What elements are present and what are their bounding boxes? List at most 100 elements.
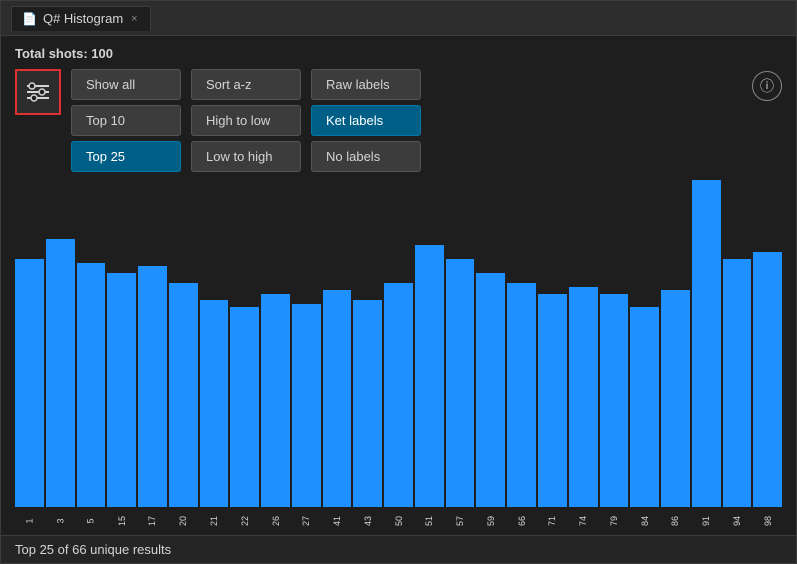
bar-wrapper	[138, 180, 167, 507]
histogram-bar	[600, 294, 629, 507]
histogram-bar	[169, 283, 198, 507]
bar-label: 59	[486, 516, 496, 526]
bar-label: 91	[701, 516, 711, 526]
bar-wrapper	[323, 180, 352, 507]
bar-wrapper	[46, 180, 75, 507]
bar-label-cell: 26	[261, 507, 290, 535]
histogram-bar	[46, 239, 75, 507]
histogram-bar	[353, 300, 382, 507]
bar-label: 15	[117, 516, 127, 526]
bar-label-cell: 59	[476, 507, 505, 535]
histogram-bar	[261, 294, 290, 507]
bar-wrapper	[353, 180, 382, 507]
bar-label-cell: 27	[292, 507, 321, 535]
histogram-bar	[138, 266, 167, 507]
bar-wrapper	[723, 180, 752, 507]
bar-label-cell: 57	[446, 507, 475, 535]
histogram-bar	[200, 300, 229, 507]
sort-sort-az-button[interactable]: Sort a-z	[191, 69, 301, 100]
bar-wrapper	[569, 180, 598, 507]
label-raw-labels-button[interactable]: Raw labels	[311, 69, 421, 100]
histogram-bar	[661, 290, 690, 507]
filter-icon-button[interactable]	[15, 69, 61, 115]
bar-label: 22	[240, 516, 250, 526]
bar-label-cell: 3	[46, 507, 75, 535]
label-ket-labels-button[interactable]: Ket labels	[311, 105, 421, 136]
controls-row: Show all Top 10 Top 25 Sort a-z High to low…	[15, 69, 782, 172]
histogram-bar	[77, 263, 106, 507]
main-content: Total shots: 100 Show all Top 10 Top 25 So…	[1, 36, 796, 535]
bar-wrapper	[630, 180, 659, 507]
filter-button-group: Show all Top 10 Top 25	[71, 69, 181, 172]
total-shots-label: Total shots: 100	[15, 46, 782, 61]
filter-top-25-button[interactable]: Top 25	[71, 141, 181, 172]
histogram-bar	[292, 304, 321, 507]
bar-wrapper	[200, 180, 229, 507]
tab-close-button[interactable]: ×	[129, 11, 139, 27]
bar-label: 79	[609, 516, 619, 526]
bar-wrapper	[261, 180, 290, 507]
bar-wrapper	[169, 180, 198, 507]
bar-label-cell: 66	[507, 507, 536, 535]
bar-wrapper	[538, 180, 567, 507]
bar-label: 21	[209, 516, 219, 526]
histogram-bar	[507, 283, 536, 507]
label-no-labels-button[interactable]: No labels	[311, 141, 421, 172]
status-bar: Top 25 of 66 unique results	[1, 535, 796, 563]
bar-label-cell: 79	[600, 507, 629, 535]
filter-show-all-button[interactable]: Show all	[71, 69, 181, 100]
bar-label: 41	[332, 516, 342, 526]
histogram-bar	[692, 180, 721, 507]
bar-label: 26	[271, 516, 281, 526]
bar-label-cell: 20	[169, 507, 198, 535]
bar-wrapper	[600, 180, 629, 507]
histogram-bar	[15, 259, 44, 507]
histogram-bar	[538, 294, 567, 507]
histogram-bar	[446, 259, 475, 507]
bar-wrapper	[77, 180, 106, 507]
bar-label-cell: 50	[384, 507, 413, 535]
histogram-bar	[569, 287, 598, 507]
sort-low-to-high-button[interactable]: Low to high	[191, 141, 301, 172]
bar-wrapper	[692, 180, 721, 507]
bar-label-cell: 1	[15, 507, 44, 535]
label-button-group: Raw labels Ket labels No labels	[311, 69, 421, 172]
bar-label: 84	[640, 516, 650, 526]
main-window: 📄 Q# Histogram × Total shots: 100	[0, 0, 797, 564]
bar-wrapper	[446, 180, 475, 507]
bar-label: 74	[578, 516, 588, 526]
bar-label: 86	[670, 516, 680, 526]
bar-label: 17	[147, 516, 157, 526]
histogram-bar	[323, 290, 352, 507]
bar-wrapper	[15, 180, 44, 507]
histogram-bar	[415, 245, 444, 507]
bar-label: 20	[178, 516, 188, 526]
tab-histogram[interactable]: 📄 Q# Histogram ×	[11, 6, 151, 31]
info-button[interactable]: ⓘ	[752, 71, 782, 101]
bar-label-cell: 17	[138, 507, 167, 535]
chart-area: 1 3 5 15 17 20 21 22 26 27 41 43 50 51 57 59 66 71 74 79 84 8…	[15, 180, 782, 535]
bar-label-cell: 94	[723, 507, 752, 535]
tab-title: Q# Histogram	[43, 11, 123, 26]
bar-label-cell: 84	[630, 507, 659, 535]
bar-label: 1	[24, 518, 34, 523]
bar-label-cell: 51	[415, 507, 444, 535]
histogram-bar	[107, 273, 136, 507]
bar-wrapper	[292, 180, 321, 507]
bar-label: 5	[86, 518, 96, 523]
bar-label-cell: 43	[353, 507, 382, 535]
sort-high-to-low-button[interactable]: High to low	[191, 105, 301, 136]
bar-label: 43	[363, 516, 373, 526]
bar-label-cell: 5	[77, 507, 106, 535]
bar-label: 27	[301, 516, 311, 526]
histogram-bar	[753, 252, 782, 507]
bar-wrapper	[476, 180, 505, 507]
bar-label: 57	[455, 516, 465, 526]
bar-label: 50	[394, 516, 404, 526]
bar-wrapper	[230, 180, 259, 507]
bar-label: 71	[547, 516, 557, 526]
filter-top-10-button[interactable]: Top 10	[71, 105, 181, 136]
histogram-bar	[630, 307, 659, 507]
bar-wrapper	[507, 180, 536, 507]
chart-labels-row: 1 3 5 15 17 20 21 22 26 27 41 43 50 51 57 59 66 71 74 79 84 8…	[15, 507, 782, 535]
